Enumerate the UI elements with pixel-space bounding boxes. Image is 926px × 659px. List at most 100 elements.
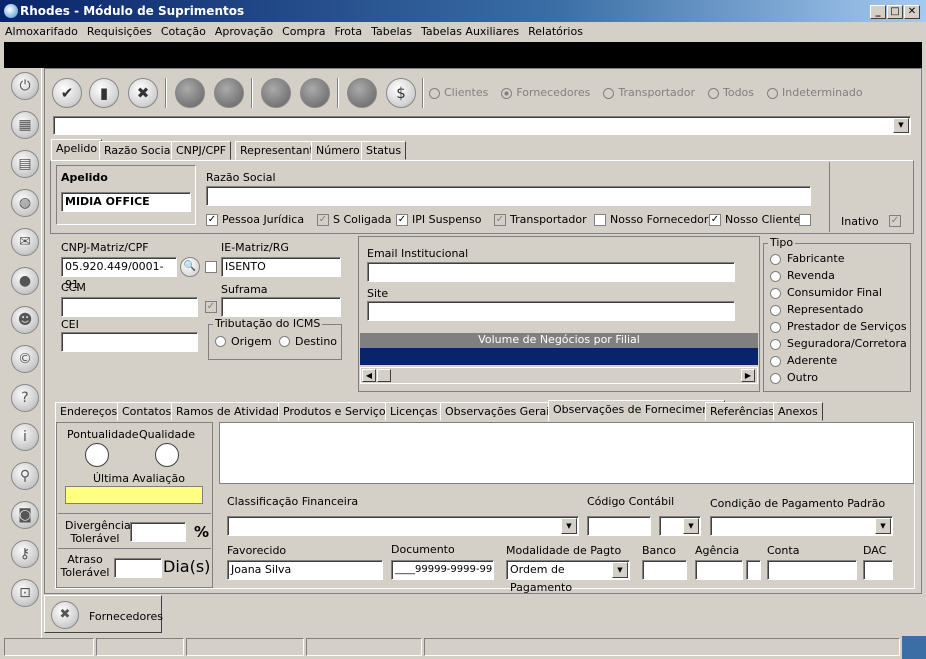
close-button[interactable]: ✕ <box>904 5 920 19</box>
flag-option[interactable]: ✓ Transportador <box>494 213 587 226</box>
grid-icon[interactable]: ▤ <box>11 150 39 178</box>
filter-radio[interactable] <box>767 87 779 99</box>
apelido-input[interactable]: MIDIA OFFICE <box>61 192 191 212</box>
razao-input[interactable] <box>206 186 811 206</box>
flag-checkbox[interactable] <box>594 214 606 226</box>
tipo-option[interactable]: Representado <box>770 303 907 320</box>
tipo-option[interactable]: Prestador de Serviços <box>770 320 907 337</box>
flag-checkbox[interactable]: ✓ <box>206 214 218 226</box>
agencia-input[interactable] <box>695 560 743 580</box>
copyright-icon[interactable]: © <box>11 345 39 373</box>
mail-icon[interactable]: ✉ <box>11 228 39 256</box>
menu-item[interactable]: Compra <box>282 25 325 38</box>
site-input[interactable] <box>367 301 735 321</box>
detail-tab[interactable]: Produtos e Serviços <box>278 402 397 421</box>
divergencia-input[interactable] <box>130 522 186 542</box>
detail-tab[interactable]: Endereços <box>55 402 123 421</box>
menu-item[interactable]: Aprovação <box>215 25 273 38</box>
email-input[interactable] <box>367 262 735 282</box>
detail-tab[interactable]: Anexos <box>773 402 823 421</box>
tipo-option[interactable]: Aderente <box>770 354 907 371</box>
condicao-select[interactable]: ▼ <box>710 516 893 536</box>
agencia-dv-input[interactable] <box>746 560 761 580</box>
menu-item[interactable]: Relatórios <box>528 25 583 38</box>
power-icon[interactable]: ⏻ <box>11 72 39 100</box>
atraso-input[interactable] <box>114 558 162 578</box>
menu-item[interactable]: Cotação <box>161 25 206 38</box>
detail-tab[interactable]: Observações Gerais <box>440 402 561 421</box>
search-tab[interactable]: Número <box>311 141 365 160</box>
search-tab[interactable]: Apelido <box>51 139 103 160</box>
filter-option[interactable]: Clientes <box>429 86 488 99</box>
camera-icon[interactable]: ◙ <box>11 501 39 529</box>
favorecido-input[interactable]: Joana Silva <box>227 560 383 580</box>
dac-input[interactable] <box>863 560 893 580</box>
detail-tab[interactable]: Contatos <box>117 402 177 421</box>
tipo-option[interactable]: Fabricante <box>770 252 907 269</box>
search-combo[interactable]: ▼ <box>53 116 911 135</box>
filter-option[interactable]: Transportador <box>603 86 695 99</box>
menu-item[interactable]: Requisições <box>87 25 152 38</box>
ccm-input[interactable] <box>61 297 198 317</box>
flag-option[interactable] <box>799 213 815 226</box>
ie-input[interactable]: ISENTO <box>221 257 341 277</box>
filter-radio[interactable] <box>429 87 440 99</box>
tipo-radio[interactable] <box>770 338 781 350</box>
suframa-input[interactable] <box>221 297 341 317</box>
classificacao-select[interactable]: ▼ <box>227 516 579 536</box>
filter-radio[interactable] <box>501 87 513 99</box>
chevron-down-icon[interactable]: ▼ <box>683 518 699 534</box>
flag-option[interactable]: Nosso Fornecedor <box>594 213 708 226</box>
cancel-icon[interactable]: ✖ <box>128 78 158 108</box>
tipo-option[interactable]: Consumidor Final <box>770 286 907 303</box>
banco-input[interactable] <box>642 560 687 580</box>
globe-icon[interactable]: ◍ <box>11 189 39 217</box>
flag-checkbox[interactable]: ✓ <box>317 214 329 226</box>
modalidade-select[interactable]: Ordem de Pagamento ▼ <box>506 560 630 594</box>
flag-checkbox[interactable]: ✓ <box>396 214 408 226</box>
scroll-left-icon[interactable]: ◀ <box>362 369 376 382</box>
minimize-button[interactable]: _ <box>870 5 886 19</box>
tipo-radio[interactable] <box>770 321 781 333</box>
tipo-radio[interactable] <box>770 253 781 265</box>
key-icon[interactable]: ⚷ <box>11 540 39 568</box>
detail-tab[interactable]: Licenças <box>385 402 443 421</box>
menu-item[interactable]: Tabelas <box>371 25 412 38</box>
chat-icon[interactable]: ● <box>11 267 39 295</box>
menu-item[interactable]: Frota <box>335 25 363 38</box>
flag-checkbox[interactable]: ✓ <box>709 214 721 226</box>
volume-grid-row[interactable] <box>360 348 758 365</box>
icms-destino-radio[interactable] <box>279 336 290 347</box>
flag-checkbox[interactable]: ✓ <box>494 214 506 226</box>
tipo-radio[interactable] <box>770 355 781 367</box>
filter-radio[interactable] <box>707 87 719 99</box>
filter-option[interactable]: Indeterminado <box>767 86 863 99</box>
filter-option[interactable]: Todos <box>707 86 754 99</box>
cnpj-input[interactable]: 05.920.449/0001-91 <box>61 257 177 291</box>
detail-tab[interactable]: Ramos de Atividade <box>171 402 291 421</box>
detail-tab[interactable]: Observações de Fornecimento <box>548 400 726 421</box>
suframa-checkbox[interactable]: ✓ <box>205 301 217 313</box>
document-icon[interactable]: ▮ <box>89 78 119 108</box>
menu-item[interactable]: Almoxarifado <box>5 25 78 38</box>
scroll-thumb[interactable] <box>377 369 391 382</box>
codigo-contabil-select[interactable]: ▼ <box>659 516 701 536</box>
flag-checkbox[interactable] <box>799 214 811 226</box>
flag-option[interactable]: ✓ S Coligada <box>317 213 391 226</box>
chevron-down-icon[interactable]: ▼ <box>875 518 891 534</box>
calculator-icon[interactable]: ▦ <box>11 111 39 139</box>
flag-option[interactable]: ✓ Pessoa Jurídica <box>206 213 304 226</box>
scroll-right-icon[interactable]: ▶ <box>741 369 755 382</box>
flag-option[interactable]: ✓ IPI Suspenso <box>396 213 482 226</box>
money-icon[interactable]: $ <box>386 78 416 108</box>
inativo-checkbox[interactable]: ✓ <box>889 215 901 227</box>
icms-origem-radio[interactable] <box>215 336 226 347</box>
confirm-icon[interactable]: ✔ <box>52 78 82 108</box>
volume-scrollbar[interactable]: ◀ ▶ <box>360 367 758 384</box>
tipo-radio[interactable] <box>770 287 781 299</box>
detail-tab[interactable]: Referências <box>705 402 780 421</box>
flag-option[interactable]: ✓ Nosso Cliente <box>709 213 800 226</box>
filter-option[interactable]: Fornecedores <box>501 86 590 99</box>
observacoes-textarea[interactable] <box>219 422 914 484</box>
search-icon[interactable]: ⚲ <box>11 462 39 490</box>
